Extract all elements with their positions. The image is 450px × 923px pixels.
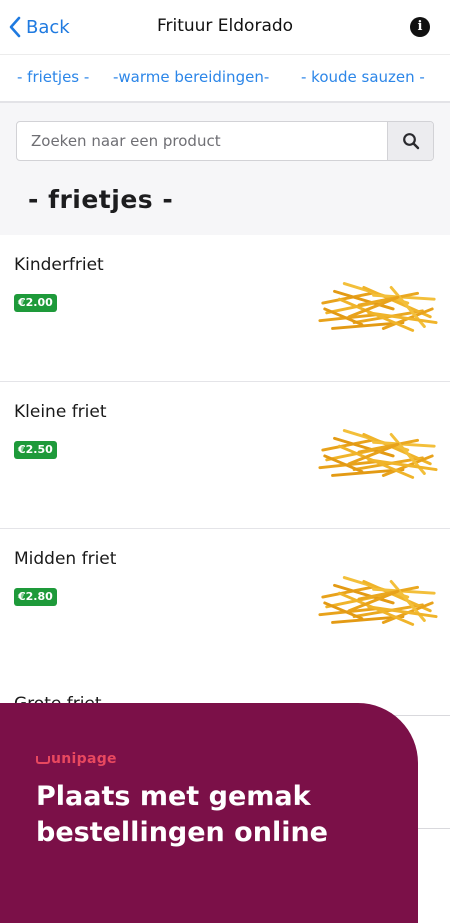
tab-koude-sauzen[interactable]: - koude sauzen - — [301, 68, 425, 86]
product-list: Kinderfriet €2.00 Kleine friet €2.50 Mid… — [0, 235, 450, 676]
fries-image — [318, 282, 438, 332]
price-badge: €2.00 — [14, 294, 57, 312]
fries-image — [318, 576, 438, 626]
search-button[interactable] — [387, 122, 433, 160]
product-item[interactable]: Midden friet €2.80 — [0, 529, 450, 676]
product-name: Kinderfriet — [14, 255, 104, 275]
unipage-logo-mark — [36, 756, 50, 764]
search-box — [16, 121, 434, 161]
tab-frietjes[interactable]: - frietjes - — [17, 68, 89, 86]
tab-warme-bereidingen[interactable]: -warme bereidingen- — [113, 68, 269, 86]
product-name: Midden friet — [14, 549, 117, 569]
nav-bar: Back Frituur Eldorado i — [0, 0, 450, 55]
search-input[interactable] — [17, 122, 387, 160]
price-badge: €2.50 — [14, 441, 57, 459]
category-tab-bar: - frietjes - -warme bereidingen- - koude… — [0, 55, 450, 103]
product-item[interactable]: Kleine friet €2.50 — [0, 382, 450, 529]
unipage-logo-text: unipage — [51, 751, 117, 767]
product-item[interactable]: Kinderfriet €2.00 — [0, 235, 450, 382]
unipage-logo: unipage — [36, 751, 117, 767]
promo-headline: Plaats met gemak bestellingen online — [36, 781, 328, 848]
search-area: - frietjes - — [0, 103, 450, 235]
product-name: Kleine friet — [14, 402, 107, 422]
fries-image — [318, 429, 438, 479]
promo-banner[interactable]: unipage Plaats met gemak bestellingen on… — [0, 703, 418, 923]
info-icon[interactable]: i — [410, 17, 430, 37]
search-icon — [402, 133, 419, 150]
page-title: Frituur Eldorado — [156, 16, 294, 36]
section-heading: - frietjes - — [28, 185, 174, 214]
price-badge: €2.80 — [14, 588, 57, 606]
